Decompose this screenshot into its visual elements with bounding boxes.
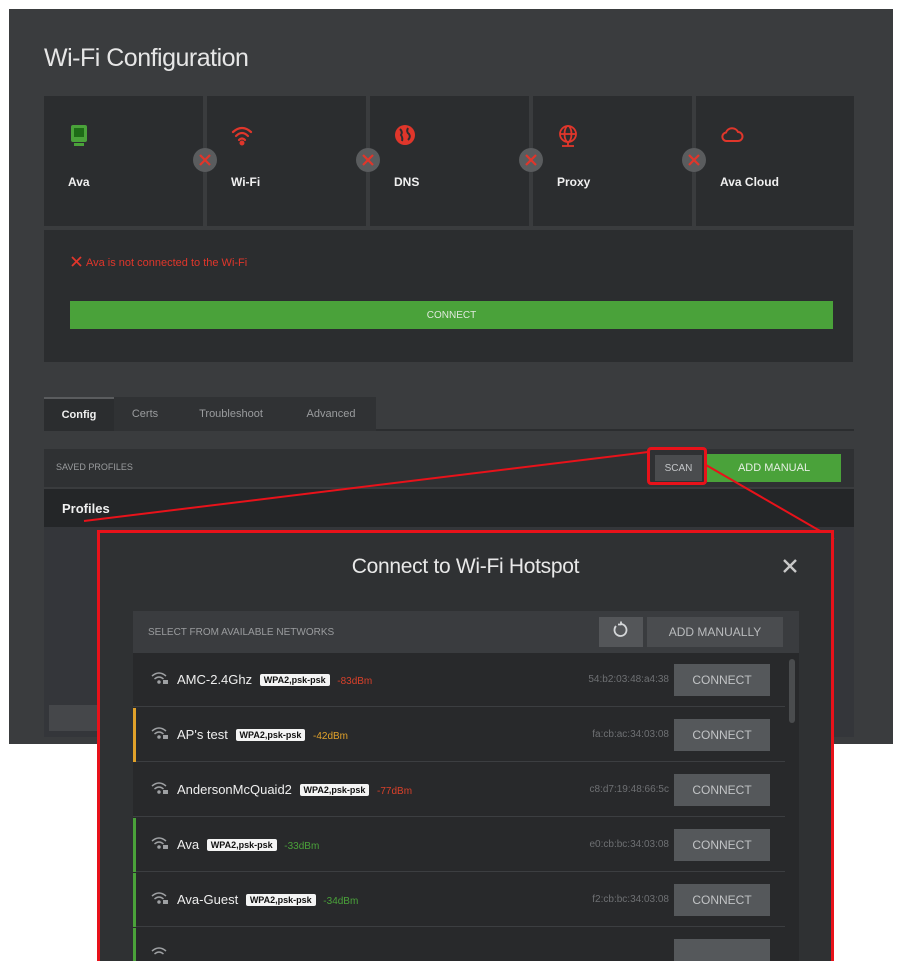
wifi-lock-icon [151, 781, 169, 797]
network-ssid: Ava [177, 837, 200, 852]
modal-title: Connect to Wi-Fi Hotspot [351, 555, 580, 578]
wifi-lock-icon [151, 891, 169, 907]
network-connect-button[interactable]: CONNECT [674, 774, 770, 806]
signal-indicator-bar [133, 928, 136, 961]
signal-strength: -83dBm [337, 676, 373, 687]
signal-strength: -77dBm [377, 786, 413, 797]
wifi-lock-icon [151, 726, 169, 742]
signal-indicator-bar [133, 873, 136, 927]
network-mac: fa:cb:ac:34:03:08 [592, 729, 669, 740]
signal-strength: -34dBm [323, 896, 359, 907]
network-connect-button[interactable]: CONNECT [674, 884, 770, 916]
networks-header-label: SELECT FROM AVAILABLE NETWORKS [148, 627, 335, 638]
network-ssid: AndersonMcQuaid2 [177, 782, 292, 797]
network-ssid: AP's test [177, 727, 228, 742]
scrollbar[interactable] [789, 659, 795, 723]
network-ssid-line: Ava WPA2,psk-psk -33dBm [177, 837, 319, 852]
network-ssid-line: AndersonMcQuaid2 WPA2,psk-psk -77dBm [177, 782, 412, 797]
add-manually-button[interactable]: ADD MANUALLY [647, 617, 783, 647]
network-row[interactable]: Ava WPA2,psk-psk -33dBm e0:cb:bc:34:03:0… [133, 818, 785, 872]
network-connect-button[interactable]: CONNECT [674, 719, 770, 751]
signal-indicator-bar [133, 653, 136, 707]
signal-indicator-bar [133, 708, 136, 762]
network-ssid: AMC-2.4Ghz [177, 672, 253, 687]
wifi-lock-icon [151, 836, 169, 852]
available-networks-panel: SELECT FROM AVAILABLE NETWORKS ADD MANUA… [133, 611, 799, 961]
security-badge: WPA2,psk-psk [235, 729, 306, 741]
network-row[interactable]: AMC-2.4Ghz WPA2,psk-psk -83dBm 54:b2:03:… [133, 653, 785, 707]
signal-indicator-bar [133, 763, 136, 817]
network-mac: 54:b2:03:48:a4:38 [588, 674, 669, 685]
security-badge: WPA2,psk-psk [245, 894, 316, 906]
network-row[interactable] [133, 928, 785, 961]
close-icon[interactable] [779, 555, 801, 577]
wifi-lock-icon [151, 946, 169, 961]
security-badge: WPA2,psk-psk [206, 839, 277, 851]
network-mac: c8:d7:19:48:66:5c [589, 784, 669, 795]
connect-hotspot-modal: Connect to Wi-Fi Hotspot SELECT FROM AVA… [97, 530, 834, 961]
signal-strength: -42dBm [313, 731, 349, 742]
network-ssid-line: AMC-2.4Ghz WPA2,psk-psk -83dBm [177, 672, 372, 687]
network-mac: e0:cb:bc:34:03:08 [589, 839, 669, 850]
network-connect-button[interactable]: CONNECT [674, 664, 770, 696]
wifi-lock-icon [151, 671, 169, 687]
network-ssid: Ava-Guest [177, 892, 239, 907]
network-row[interactable]: Ava-Guest WPA2,psk-psk -34dBm f2:cb:bc:3… [133, 873, 785, 927]
network-mac: f2:cb:bc:34:03:08 [592, 894, 669, 905]
networks-header: SELECT FROM AVAILABLE NETWORKS ADD MANUA… [133, 611, 799, 653]
refresh-icon [612, 621, 630, 644]
security-badge: WPA2,psk-psk [259, 674, 330, 686]
network-row[interactable]: AP's test WPA2,psk-psk -42dBm fa:cb:ac:3… [133, 708, 785, 762]
network-ssid-line: AP's test WPA2,psk-psk -42dBm [177, 727, 348, 742]
signal-indicator-bar [133, 818, 136, 872]
network-connect-button[interactable] [674, 939, 770, 961]
refresh-button[interactable] [599, 617, 643, 647]
network-connect-button[interactable]: CONNECT [674, 829, 770, 861]
network-row[interactable]: AndersonMcQuaid2 WPA2,psk-psk -77dBm c8:… [133, 763, 785, 817]
signal-strength: -33dBm [284, 841, 320, 852]
network-ssid-line: Ava-Guest WPA2,psk-psk -34dBm [177, 892, 358, 907]
security-badge: WPA2,psk-psk [299, 784, 370, 796]
